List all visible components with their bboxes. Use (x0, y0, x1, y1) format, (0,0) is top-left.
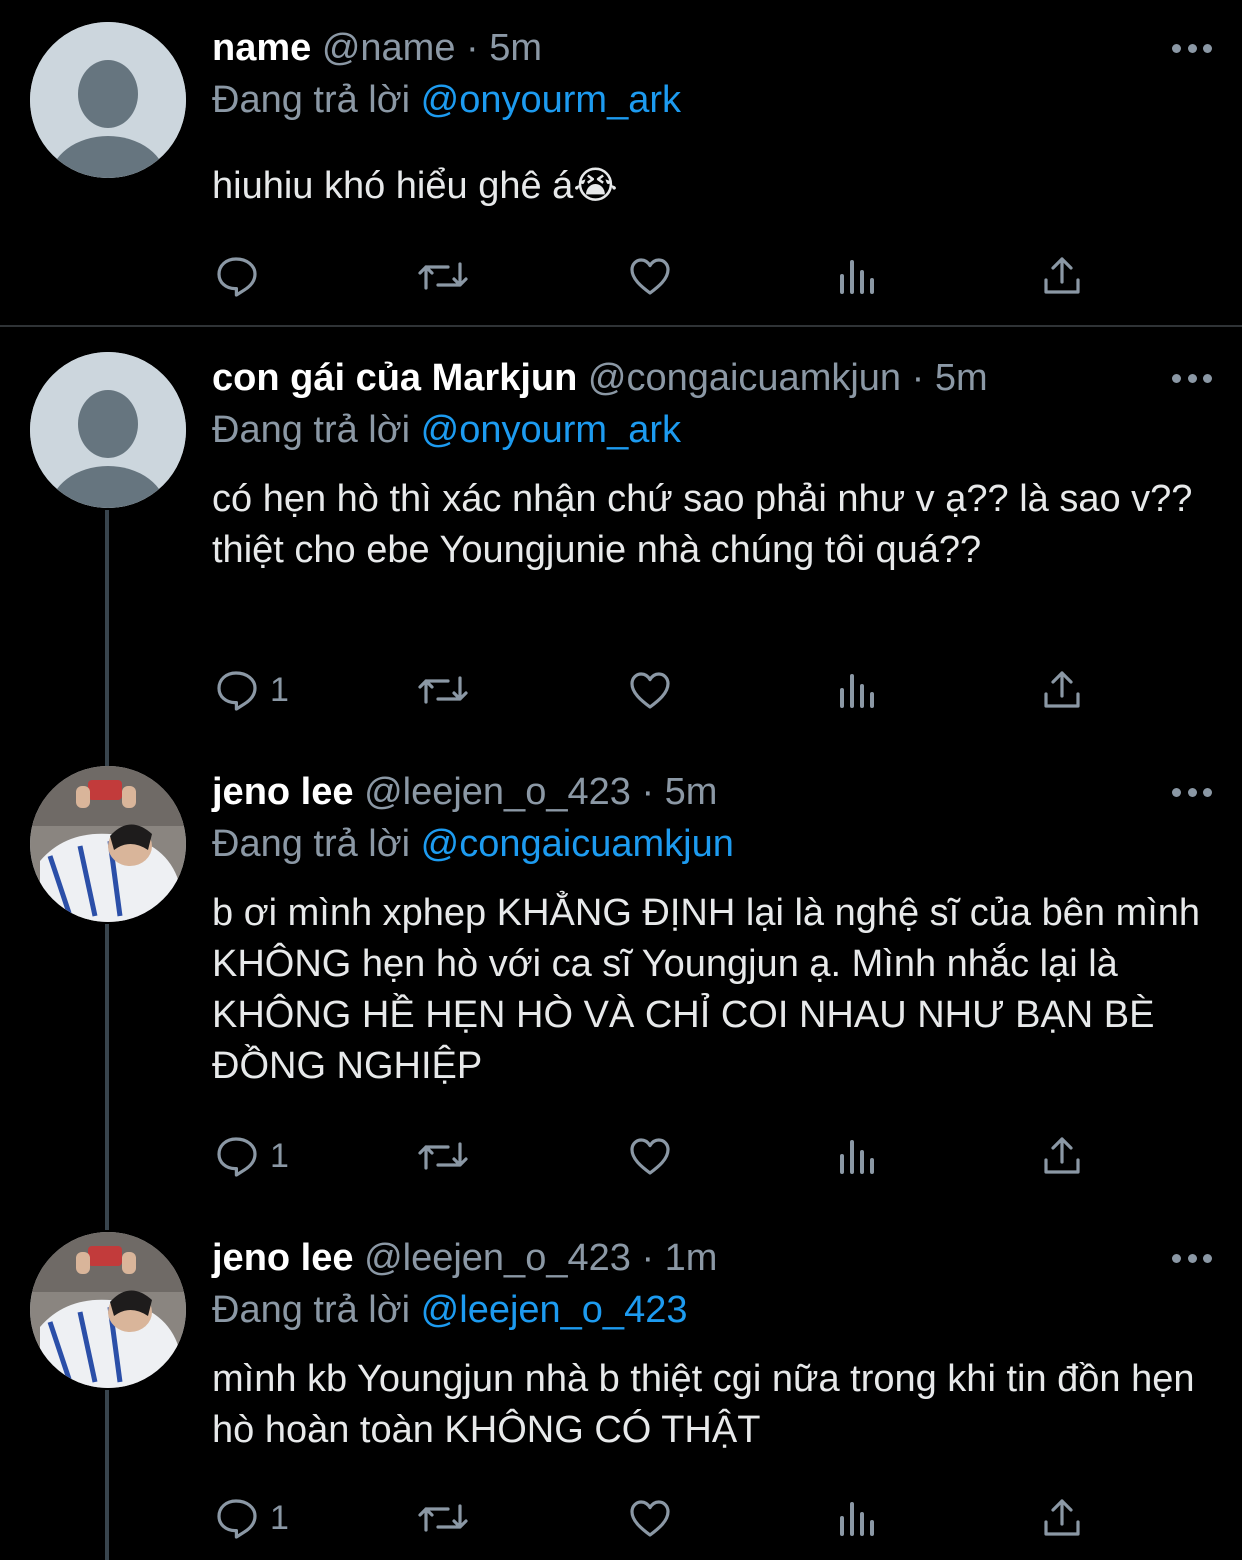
analytics-button[interactable] (834, 1132, 882, 1180)
tweet-text: mình kb Youngjun nhà b thiệt cgi nữa tro… (212, 1358, 1195, 1451)
reply-icon (217, 257, 257, 297)
avatar[interactable] (30, 22, 186, 178)
more-icon[interactable] (1172, 782, 1212, 802)
display-name[interactable]: jeno lee (212, 771, 354, 813)
reply-prefix: Đang trả lời (212, 1289, 411, 1331)
like-icon (630, 1138, 670, 1175)
reply-button[interactable]: 1 (212, 1132, 289, 1180)
reply-button[interactable]: 1 (212, 1494, 289, 1542)
display-name[interactable]: name (212, 27, 311, 69)
action-bar (212, 252, 1092, 300)
retweet-icon (418, 262, 468, 290)
like-button[interactable] (626, 252, 674, 300)
analytics-button[interactable] (834, 1494, 882, 1542)
like-icon (630, 672, 670, 709)
avatar[interactable] (30, 1232, 186, 1388)
timestamp[interactable]: 5m (665, 771, 718, 813)
reply-prefix: Đang trả lời (212, 823, 411, 865)
retweet-button[interactable] (416, 1494, 470, 1542)
reply-count: 1 (270, 1498, 289, 1537)
reply-icon (217, 1499, 257, 1539)
tweet[interactable]: jeno lee @leejen_o_423 · 1m Đang trả lời… (0, 1220, 1242, 1560)
share-button[interactable] (1038, 1132, 1086, 1180)
avatar[interactable] (30, 352, 186, 508)
user-handle[interactable]: @congaicuamkjun (588, 357, 901, 399)
analytics-icon (840, 1502, 874, 1536)
analytics-button[interactable] (834, 252, 882, 300)
like-icon (630, 1500, 670, 1537)
tweet[interactable]: jeno lee @leejen_o_423 · 5m Đang trả lời… (0, 754, 1242, 1224)
share-icon (1044, 257, 1080, 294)
retweet-button[interactable] (416, 1132, 470, 1180)
share-button[interactable] (1038, 1494, 1086, 1542)
retweet-icon (418, 676, 468, 704)
reply-icon (217, 1137, 257, 1177)
user-handle[interactable]: @name (322, 27, 456, 69)
reply-count: 1 (270, 670, 289, 709)
reply-mention[interactable]: @onyourm_ark (421, 409, 681, 451)
retweet-button[interactable] (416, 252, 470, 300)
user-handle[interactable]: @leejen_o_423 (364, 771, 631, 813)
reply-count: 1 (270, 1136, 289, 1175)
share-button[interactable] (1038, 252, 1086, 300)
like-icon (630, 258, 670, 295)
reply-mention[interactable]: @onyourm_ark (421, 79, 681, 121)
avatar[interactable] (30, 766, 186, 922)
reply-button[interactable] (212, 252, 270, 300)
retweet-button[interactable] (416, 666, 470, 714)
timestamp[interactable]: 5m (935, 357, 988, 399)
like-button[interactable] (626, 1132, 674, 1180)
reply-prefix: Đang trả lời (212, 79, 411, 121)
tweet-text: hiuhiu khó hiểu ghê á😭 (212, 165, 618, 207)
analytics-icon (840, 260, 874, 294)
display-name[interactable]: jeno lee (212, 1237, 354, 1279)
analytics-button[interactable] (834, 666, 882, 714)
analytics-icon (840, 1140, 874, 1174)
action-bar: 1 (212, 1132, 1092, 1180)
timestamp[interactable]: 1m (665, 1237, 718, 1279)
reply-prefix: Đang trả lời (212, 409, 411, 451)
reply-mention[interactable]: @leejen_o_423 (421, 1289, 688, 1331)
like-button[interactable] (626, 666, 674, 714)
more-icon[interactable] (1172, 38, 1212, 58)
more-icon[interactable] (1172, 368, 1212, 388)
share-icon (1044, 671, 1080, 708)
share-icon (1044, 1499, 1080, 1536)
tweet-text: b ơi mình xphep KHẲNG ĐỊNH lại là nghệ s… (212, 892, 1201, 1087)
divider (0, 325, 1242, 327)
retweet-icon (418, 1142, 468, 1170)
action-bar: 1 (212, 1494, 1092, 1542)
tweet-text: có hẹn hò thì xác nhận chứ sao phải như … (212, 478, 1193, 571)
analytics-icon (840, 674, 874, 708)
timestamp[interactable]: 5m (489, 27, 542, 69)
share-icon (1044, 1137, 1080, 1174)
reply-button[interactable]: 1 (212, 666, 289, 714)
retweet-icon (418, 1504, 468, 1532)
tweet[interactable]: con gái của Markjun @congaicuamkjun · 5m… (0, 340, 1242, 750)
user-handle[interactable]: @leejen_o_423 (364, 1237, 631, 1279)
more-icon[interactable] (1172, 1248, 1212, 1268)
reply-icon (217, 671, 257, 711)
action-bar: 1 (212, 666, 1092, 714)
share-button[interactable] (1038, 666, 1086, 714)
reply-mention[interactable]: @congaicuamkjun (421, 823, 734, 865)
display-name[interactable]: con gái của Markjun (212, 357, 577, 399)
like-button[interactable] (626, 1494, 674, 1542)
tweet[interactable]: name @name · 5m Đang trả lời @onyourm_ar… (0, 0, 1242, 326)
